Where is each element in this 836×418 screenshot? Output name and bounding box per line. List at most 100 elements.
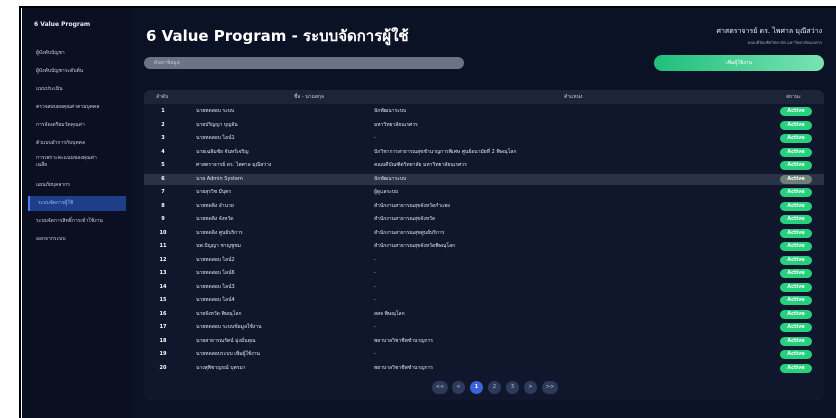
pagination-page-3[interactable]: 3 <box>506 381 519 394</box>
sidebar-item-label: ออกจากระบบ <box>36 236 66 242</box>
status-badge[interactable]: Active <box>780 323 812 332</box>
status-badge[interactable]: Active <box>780 120 812 130</box>
row-name: นายจังหวัด พิษณุโลก <box>196 310 242 317</box>
row-number: 7 <box>161 189 165 195</box>
row-position: - <box>374 324 376 330</box>
pagination-next-button[interactable]: > <box>524 381 537 394</box>
status-badge[interactable]: Active <box>780 228 812 238</box>
column-header-status: สถานะ <box>786 94 801 100</box>
sidebar-item-label: ผู้บังคับบัญชา <box>36 50 65 56</box>
sidebar-item-user-management[interactable]: ระบบจัดการผู้ใช้ <box>28 196 126 211</box>
pagination-first-button[interactable]: << <box>432 381 448 394</box>
row-position: - <box>374 135 376 141</box>
status-badge[interactable]: Active <box>780 269 812 278</box>
sidebar-item-average-score[interactable]: การเพราะคะแนนของคุณค่า เฉลี่ย <box>28 154 126 174</box>
table-row[interactable]: 11 นพ.ปัญญา ชาญชูชม สำนักงานสาธารณสุขจังหว… <box>144 241 824 252</box>
column-header-no: ลำดับ <box>156 94 169 100</box>
add-user-button[interactable]: เพิ่มผู้ใช้งาน <box>654 55 824 71</box>
row-number: 3 <box>161 135 165 141</box>
table-row[interactable]: 12 นายทดสอบ ไลน์2 - Active <box>144 255 824 266</box>
table-row[interactable]: 4 นายเฉลิมชัย จันทร์เจริญ นักวิชาการสาธารณ… <box>144 147 824 158</box>
status-badge[interactable]: Active <box>780 147 812 157</box>
table-row[interactable]: 13 นายทดสอบ ไลน์6 - Active <box>144 268 824 279</box>
sidebar-item-logout[interactable]: ออกจากระบบ <box>28 232 126 247</box>
row-number: 18 <box>159 337 167 344</box>
status-badge[interactable]: Active <box>780 296 812 305</box>
sidebar-item-check-value[interactable]: ตรวจสอบผลคุณค่าตามบุคคล <box>28 100 126 115</box>
table-row[interactable]: 7 นายสุรวิช มีบุตร ผู้ดูแลระบบ Active <box>144 187 824 198</box>
row-name: นายทดสอบ ไลน์6 <box>196 270 235 276</box>
table-row[interactable]: 19 นายทดสอบระบบ เพิ่มผู้ใช้งาน - Active <box>144 349 824 360</box>
table-row[interactable]: 3 นายทดสอบ ไลน์1 - Active <box>144 133 824 144</box>
users-table: ลำดับ ชื่อ - นามสกุล ตำแหน่ง สถานะ 1 นายท… <box>144 90 824 400</box>
row-name: นายเฉลิมชัย จันทร์เจริญ <box>196 148 249 155</box>
table-row[interactable]: 14 นายทดสอบ ไลน์3 - Active <box>144 282 824 293</box>
status-badge[interactable]: Active <box>780 215 812 224</box>
row-number: 19 <box>159 351 167 357</box>
row-name: นายทดสอบระบบ เพิ่มผู้ใช้งาน <box>196 351 260 357</box>
table-row[interactable]: 2 นายปริญญา บุญจัน มหาวิทยาลัยนเรศวร Active <box>144 120 824 131</box>
row-name: นายทดลิง อำนวย <box>196 202 234 209</box>
row-number: 10 <box>159 229 167 236</box>
table-row[interactable]: 8 นายทดลิง อำนวย สำนักงานสาธารณสุขจังหวัดก… <box>144 201 824 212</box>
status-badge[interactable]: Active <box>780 363 812 373</box>
row-name: นายทดสอบ ระบบข้อมูลใช้งาน <box>196 324 262 330</box>
status-badge[interactable]: Active <box>780 309 812 319</box>
main-content: 6 Value Program - ระบบจัดการผู้ใช้ ศาสตร… <box>130 8 836 418</box>
status-badge[interactable]: Active <box>780 242 812 251</box>
table-row[interactable]: 6 นาย Admin System นักพัฒนาระบบ Active <box>144 173 824 185</box>
row-number: 8 <box>161 202 165 209</box>
pagination-page-1[interactable]: 1 <box>470 381 483 394</box>
sidebar-item-label-line2: เฉลี่ย <box>36 162 48 168</box>
sidebar-item-prepare-value[interactable]: การจัดเตรียมวัดคุณค่า <box>28 118 126 133</box>
status-badge[interactable]: Active <box>780 188 812 197</box>
pagination-last-button[interactable]: >> <box>542 381 558 394</box>
table-row[interactable]: 17 นายทดสอบ ระบบข้อมูลใช้งาน - Active <box>144 322 824 333</box>
sidebar-item-assessment[interactable]: แบบประเมิน <box>28 82 126 97</box>
table-row[interactable]: 16 นายจังหวัด พิษณุโลก สสจ พิษณุโลก Active <box>144 309 824 320</box>
table-row[interactable]: 1 นายทดสอบ ระบบ นักพัฒนาระบบ Active <box>144 106 824 117</box>
status-badge[interactable]: Active <box>780 255 812 265</box>
row-name: นายสุรวิช มีบุตร <box>196 189 232 195</box>
status-badge[interactable]: Active <box>780 161 812 170</box>
row-name: นายปริญญา บุญจัน <box>196 121 238 128</box>
pagination-page-2[interactable]: 2 <box>488 381 501 394</box>
search-placeholder: ค้นหาข้อมูล <box>154 60 180 66</box>
row-number: 14 <box>159 283 167 290</box>
sidebar-item-person-model[interactable]: ตัวแบบอำการกับบุคคล <box>28 136 126 151</box>
row-position: - <box>374 297 376 303</box>
sidebar-item-label: แบบประเมิน <box>36 86 63 92</box>
status-badge[interactable]: Active <box>780 336 812 346</box>
row-position: - <box>374 283 376 290</box>
table-row[interactable]: 18 นายสาธารณรัตน์ มุ่งมั่นคุณ พยาบาลวิชาชี… <box>144 336 824 347</box>
row-number: 6 <box>161 175 165 182</box>
table-row[interactable]: 9 นายทดลิง จังหวัด สำนักงานสาธารณสุขจังหวั… <box>144 214 824 225</box>
search-input[interactable]: ค้นหาข้อมูล <box>144 57 464 69</box>
row-number: 20 <box>159 364 167 371</box>
user-role: คณบดีบัณฑิตวิทยาลัย มหาวิทยาลัยนเรศวร <box>747 40 822 45</box>
sidebar-item-supervisor[interactable]: ผู้บังคับบัญชา <box>28 46 126 61</box>
row-position: - <box>374 351 376 357</box>
status-badge[interactable]: Active <box>780 134 812 143</box>
row-number: 12 <box>159 256 167 263</box>
status-badge[interactable]: Active <box>780 282 812 292</box>
row-position: สำนักงานสาธารณสุขจังหวัดกำแพง <box>374 202 451 209</box>
row-position: พยาบาลวิชาชีพชำนาญการ <box>374 337 433 344</box>
table-row[interactable]: 15 นายทดสอบ ไลน์4 - Active <box>144 295 824 306</box>
sidebar-item-personnel[interactable]: แผนภัยบุคลากร <box>28 178 126 193</box>
status-badge[interactable]: Active <box>780 174 812 184</box>
sidebar-item-supervisor-primary[interactable]: ผู้บังคับบัญชาระดับต้น <box>28 64 126 79</box>
pagination-prev-button[interactable]: < <box>452 381 465 394</box>
table-row[interactable]: 10 นายทดลิง ศูนย์บริการ สำนักงานสาธารณสุขศ… <box>144 228 824 239</box>
table-header: ลำดับ ชื่อ - นามสกุล ตำแหน่ง สถานะ <box>144 90 824 104</box>
table-row[interactable]: 5 ศาสตราจารย์ ดร. ไพศาล มุณีสว่าง คณบดีบัณ… <box>144 160 824 171</box>
row-number: 9 <box>161 216 165 222</box>
sidebar-item-permissions[interactable]: ระบบจัดการสิทธิ์การเข้าใช้งาน <box>28 214 126 229</box>
status-badge[interactable]: Active <box>780 350 812 359</box>
table-row[interactable]: 20 นางสุพิชาญรณ์ บุตรมา พยาบาลวิชาชีพชำนาญ… <box>144 363 824 374</box>
status-badge[interactable]: Active <box>780 201 812 211</box>
row-name: ศาสตราจารย์ ดร. ไพศาล มุณีสว่าง <box>196 162 272 168</box>
sidebar-item-label: การจัดเตรียมวัดคุณค่า <box>36 122 85 128</box>
row-number: 4 <box>161 148 165 155</box>
status-badge[interactable]: Active <box>780 107 812 116</box>
